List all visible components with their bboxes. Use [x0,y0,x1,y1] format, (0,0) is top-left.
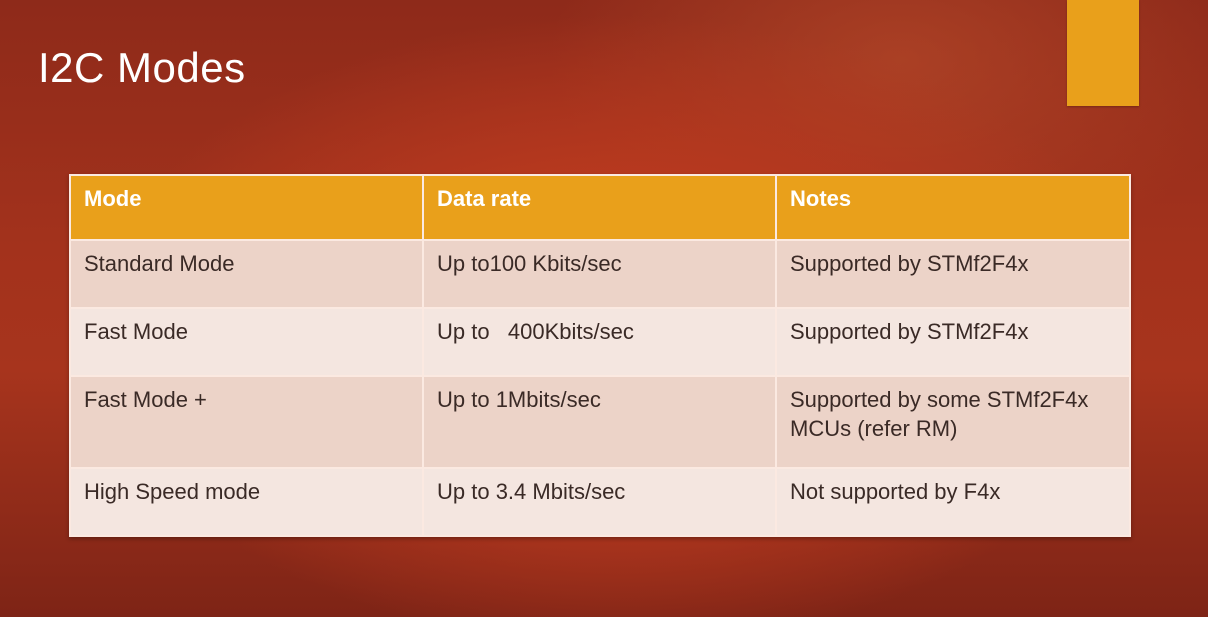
i2c-modes-table: Mode Data rate Notes Standard Mode Up to… [69,174,1131,537]
cell-mode: Standard Mode [69,239,424,309]
cell-notes: Supported by STMf2F4x [775,239,1131,309]
table-row: Standard Mode Up to100 Kbits/sec Support… [69,239,1131,309]
header-data-rate: Data rate [422,174,777,241]
table-row: High Speed mode Up to 3.4 Mbits/sec Not … [69,467,1131,537]
header-notes: Notes [775,174,1131,241]
cell-mode: Fast Mode + [69,375,424,469]
cell-data-rate: Up to 400Kbits/sec [422,307,777,377]
header-mode: Mode [69,174,424,241]
cell-data-rate: Up to 3.4 Mbits/sec [422,467,777,537]
accent-bar [1067,0,1139,106]
slide-title: I2C Modes [38,44,246,91]
cell-mode: High Speed mode [69,467,424,537]
cell-data-rate: Up to100 Kbits/sec [422,239,777,309]
cell-notes: Supported by STMf2F4x [775,307,1131,377]
table-header-row: Mode Data rate Notes [69,174,1131,241]
table-row: Fast Mode + Up to 1Mbits/sec Supported b… [69,375,1131,469]
cell-mode: Fast Mode [69,307,424,377]
cell-data-rate: Up to 1Mbits/sec [422,375,777,469]
table-row: Fast Mode Up to 400Kbits/sec Supported b… [69,307,1131,377]
cell-notes: Not supported by F4x [775,467,1131,537]
cell-notes: Supported by some STMf2F4x MCUs (refer R… [775,375,1131,469]
